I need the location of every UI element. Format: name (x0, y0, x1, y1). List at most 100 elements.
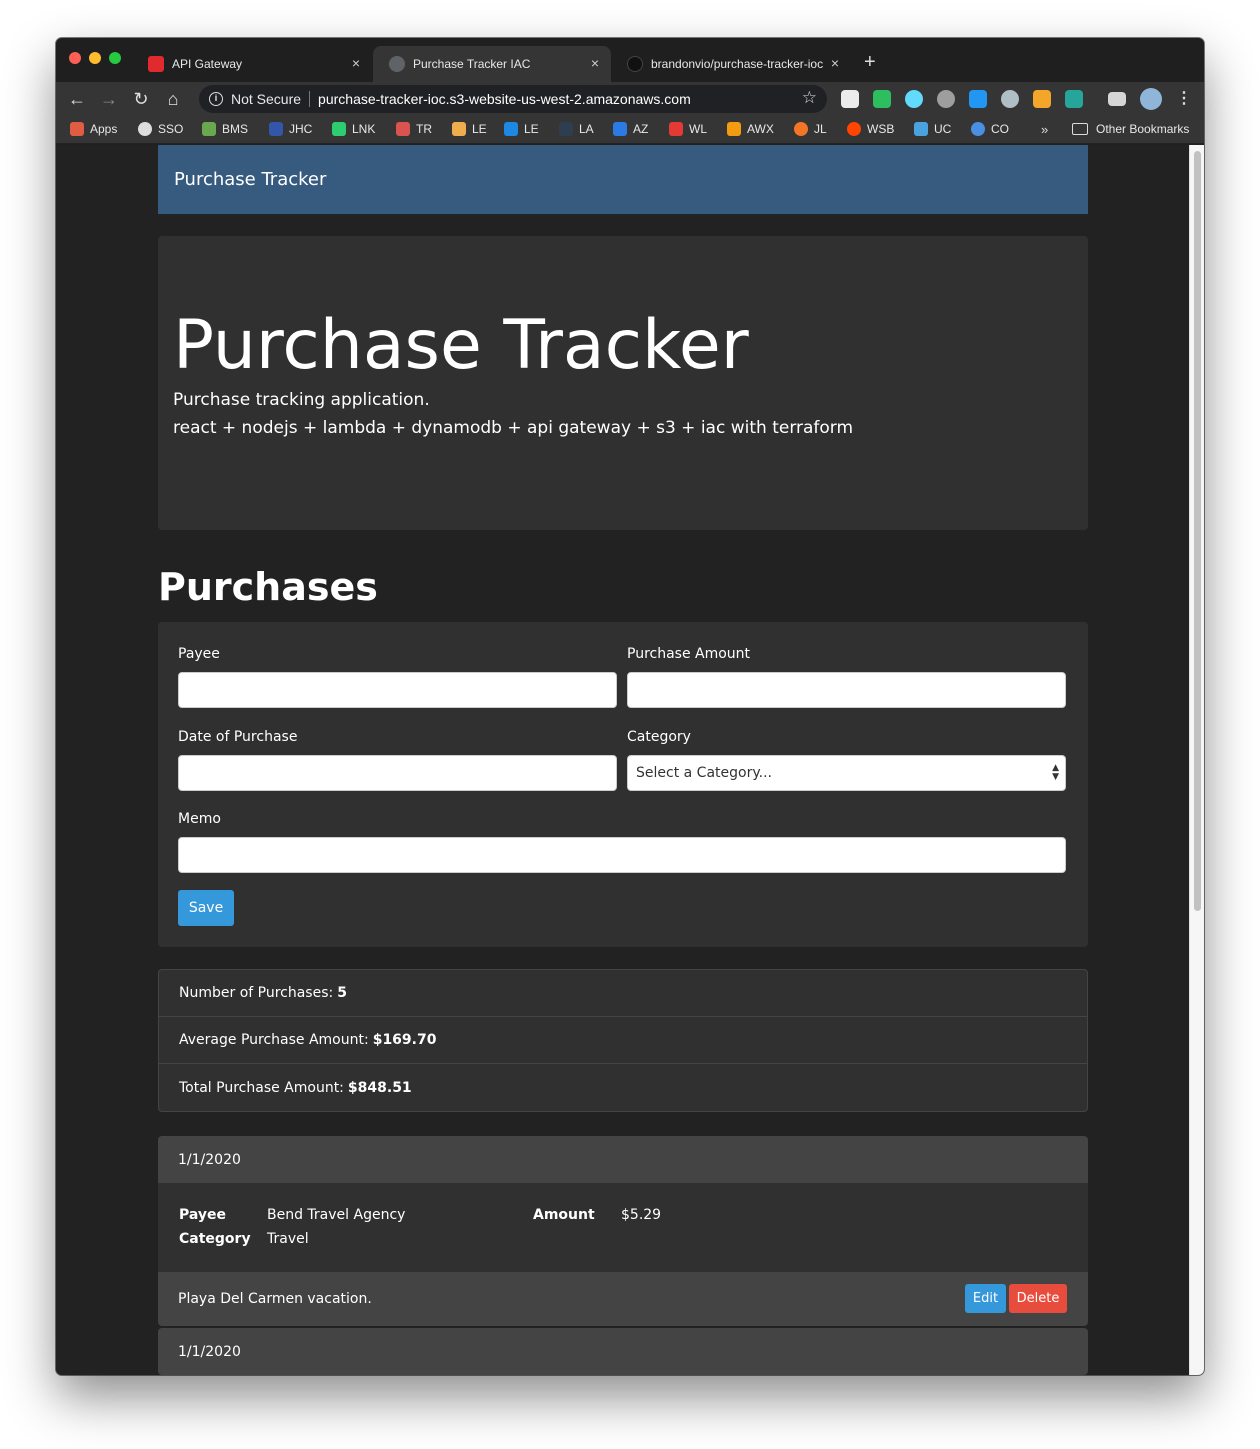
tab-api-gateway[interactable]: API Gateway × (132, 46, 372, 82)
scrollbar-thumb[interactable] (1194, 151, 1201, 911)
other-bookmarks-folder[interactable]: Other Bookmarks (1072, 122, 1189, 136)
avatar[interactable] (1140, 88, 1162, 110)
home-icon[interactable]: ⌂ (162, 88, 184, 110)
close-window-button[interactable] (69, 52, 81, 64)
date-input[interactable] (178, 755, 617, 791)
forward-icon[interactable]: → (98, 88, 120, 110)
category-select[interactable]: Select a Category... ▲ ▼ (627, 755, 1066, 791)
delete-button[interactable]: Delete (1009, 1284, 1067, 1313)
bookmark-le[interactable]: LE (452, 122, 487, 136)
reading-list-icon[interactable] (1108, 92, 1126, 106)
category-field-label: Category (179, 1231, 251, 1247)
uc-icon (914, 122, 928, 136)
bookmark-bms[interactable]: BMS (202, 122, 248, 136)
url-text[interactable]: purchase-tracker-ioc.s3-website-us-west-… (318, 91, 691, 107)
bookmark-wsb[interactable]: WSB (847, 122, 894, 136)
maximize-window-button[interactable] (109, 52, 121, 64)
page-title: Purchase Tracker (173, 306, 749, 385)
amount-input[interactable] (627, 672, 1066, 708)
stat-value: $848.51 (347, 1079, 412, 1096)
bookmark-uc[interactable]: UC (914, 122, 951, 136)
bookmark-label: SSO (158, 122, 184, 136)
address-bar[interactable]: i Not Secure purchase-tracker-ioc.s3-web… (199, 85, 827, 113)
new-tab-button[interactable]: + (864, 52, 876, 72)
bookmark-wl[interactable]: WL (669, 122, 707, 136)
bookmark-star-icon[interactable]: ☆ (802, 88, 817, 108)
target-extension-icon[interactable] (937, 90, 955, 108)
la-icon (559, 122, 573, 136)
tab-strip: API Gateway × Purchase Tracker IAC × bra… (56, 38, 1204, 82)
more-bookmarks-icon[interactable]: » (1041, 122, 1048, 137)
bookmark-lnk[interactable]: LNK (332, 122, 375, 136)
amount-field-label: Amount (533, 1207, 595, 1223)
bookmark-tr[interactable]: TR (396, 122, 432, 136)
circle-extension-icon[interactable] (1001, 90, 1019, 108)
le-play-icon (504, 122, 518, 136)
bookmark-jl[interactable]: JL (794, 122, 827, 136)
stat-total: Total Purchase Amount: $848.51 (159, 1064, 1087, 1111)
info-icon[interactable]: i (209, 92, 223, 106)
bookmark-label: WL (689, 122, 707, 136)
tab-purchase-tracker[interactable]: Purchase Tracker IAC × (373, 46, 611, 82)
close-tab-icon[interactable]: × (352, 55, 360, 71)
bookmark-jhc[interactable]: JHC (269, 122, 312, 136)
reload-icon[interactable]: ↻ (130, 88, 152, 110)
stat-label: Average Purchase Amount: (179, 1032, 369, 1048)
tab-title: Purchase Tracker IAC (413, 57, 531, 71)
bookmark-sso[interactable]: SSO (138, 122, 183, 136)
api-gateway-icon (148, 56, 164, 72)
bookmark-az[interactable]: AZ (613, 122, 648, 136)
menu-kebab-icon[interactable]: ⋮ (1176, 88, 1192, 108)
save-button[interactable]: Save (178, 890, 234, 926)
bookmark-le-2[interactable]: LE (504, 122, 539, 136)
le-icon (452, 122, 466, 136)
bms-icon (202, 122, 216, 136)
react-devtools-icon[interactable] (905, 90, 923, 108)
back-icon[interactable]: ← (66, 88, 88, 110)
navbar-brand[interactable]: Purchase Tracker (174, 169, 326, 190)
bookmark-apps[interactable]: Apps (70, 122, 117, 136)
bookmark-label: UC (934, 122, 952, 136)
stat-label: Number of Purchases: (179, 985, 334, 1001)
bookmark-label: LA (579, 122, 594, 136)
bookmark-label: BMS (222, 122, 249, 136)
amount-label: Purchase Amount (627, 646, 751, 662)
folder-icon (1072, 123, 1088, 135)
stat-count: Number of Purchases: 5 (159, 970, 1087, 1017)
window-extension-icon[interactable] (969, 90, 987, 108)
purchase-card: 1/1/2020 Payee Bend Travel Agency Catego… (158, 1136, 1088, 1326)
shield-icon (269, 122, 283, 136)
purchase-card-body: Payee Bend Travel Agency Category Travel… (158, 1183, 1088, 1272)
page-viewport: Purchase Tracker Purchase Tracker Purcha… (56, 145, 1204, 1375)
security-label[interactable]: Not Secure (231, 91, 301, 107)
jumbotron-stack: react + nodejs + lambda + dynamodb + api… (173, 418, 854, 438)
jumbotron-description: Purchase tracking application. (173, 390, 430, 410)
bookmark-label: WSB (867, 122, 895, 136)
stat-value: $169.70 (372, 1032, 437, 1048)
bookmark-co[interactable]: CO (971, 122, 1009, 136)
bookmark-awx[interactable]: AWX (727, 122, 774, 136)
payee-input[interactable] (178, 672, 617, 708)
bookmark-label: JHC (289, 122, 313, 136)
tab-github[interactable]: brandonvio/purchase-tracker-ioc × (611, 46, 851, 82)
colorful-extension-icon[interactable] (1033, 90, 1051, 108)
purchase-card-footer: Playa Del Carmen vacation. Edit Delete (158, 1272, 1088, 1326)
close-tab-icon[interactable]: × (831, 55, 839, 71)
browser-window: API Gateway × Purchase Tracker IAC × bra… (56, 38, 1204, 1375)
close-tab-icon[interactable]: × (591, 55, 599, 71)
github-icon (627, 56, 643, 72)
stat-average: Average Purchase Amount: $169.70 (159, 1017, 1087, 1064)
notion-extension-icon[interactable] (841, 90, 859, 108)
bookmark-label: LE (524, 122, 539, 136)
bookmark-la[interactable]: LA (559, 122, 594, 136)
browser-toolbar: ← → ↻ ⌂ i Not Secure purchase-tracker-io… (56, 82, 1204, 116)
awx-icon (727, 122, 741, 136)
scrollbar[interactable] (1189, 145, 1204, 1375)
minimize-window-button[interactable] (89, 52, 101, 64)
date-label: Date of Purchase (178, 729, 298, 745)
evernote-extension-icon[interactable] (873, 90, 891, 108)
purchase-stats: Number of Purchases: 5 Average Purchase A… (158, 969, 1088, 1112)
s-extension-icon[interactable] (1065, 90, 1083, 108)
edit-button[interactable]: Edit (965, 1284, 1006, 1313)
memo-input[interactable] (178, 837, 1066, 873)
